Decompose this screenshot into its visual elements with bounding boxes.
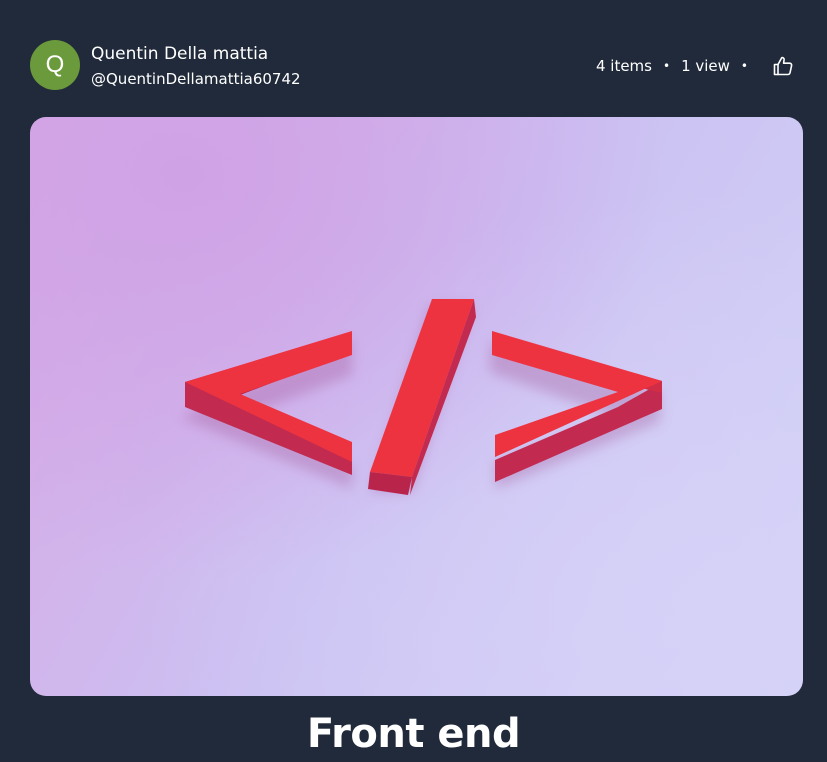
thumbs-up-icon — [773, 56, 793, 76]
avatar-letter: Q — [45, 51, 65, 78]
collection-header: Q Quentin Della mattia @QuentinDellamatt… — [30, 40, 797, 92]
view-count: 1 view — [681, 57, 730, 75]
separator-dot: • — [740, 59, 748, 73]
collection-card: Q Quentin Della mattia @QuentinDellamatt… — [0, 0, 827, 762]
avatar[interactable]: Q — [30, 40, 80, 90]
like-button[interactable] — [769, 52, 797, 80]
code-brackets-icon — [180, 299, 662, 495]
item-count: 4 items — [595, 57, 652, 75]
author-handle[interactable]: @QuentinDellamattia60742 — [91, 69, 301, 89]
author-name[interactable]: Quentin Della mattia — [91, 43, 268, 65]
collection-cover-image[interactable] — [30, 117, 803, 696]
separator-dot: • — [662, 59, 671, 73]
collection-title[interactable]: Front end — [0, 706, 827, 762]
collection-stats: 4 items • 1 view • — [596, 52, 797, 80]
